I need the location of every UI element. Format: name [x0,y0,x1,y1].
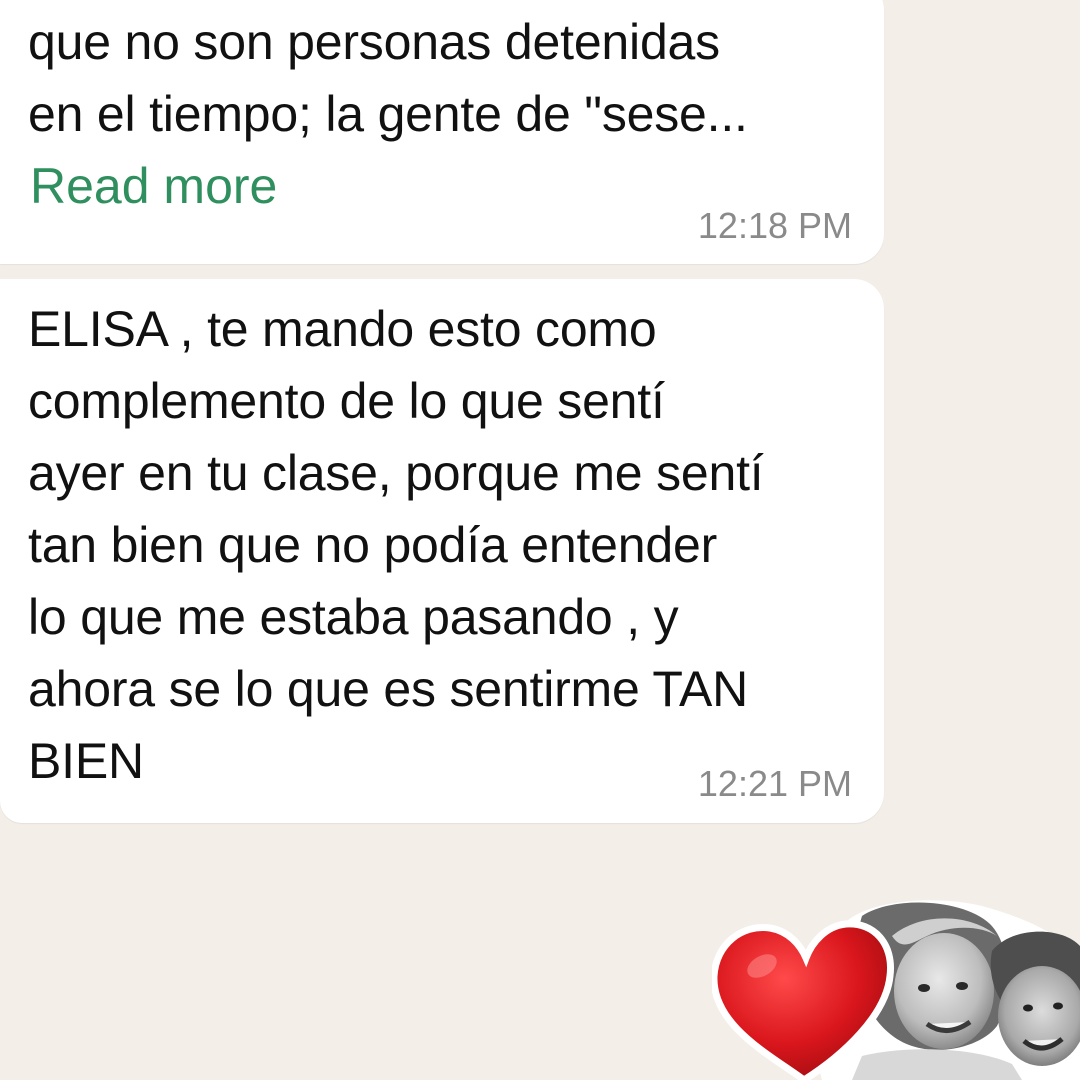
message-bubble[interactable]: que no son personas detenidas en el tiem… [0,0,884,264]
message-timestamp: 12:21 PM [697,763,852,804]
message-bubble[interactable]: ELISA , te mando esto como complemento d… [0,279,884,823]
chat-conversation: que no son personas detenidas en el tiem… [0,0,1080,1080]
sticker-image [712,900,1080,1080]
read-more-link[interactable]: Read more [30,156,277,216]
message-timestamp: 12:18 PM [697,205,852,246]
sticker[interactable] [712,896,1080,1080]
message-text: que no son personas detenidas en el tiem… [28,14,748,142]
message-text: ELISA , te mando esto como complemento d… [28,301,764,789]
